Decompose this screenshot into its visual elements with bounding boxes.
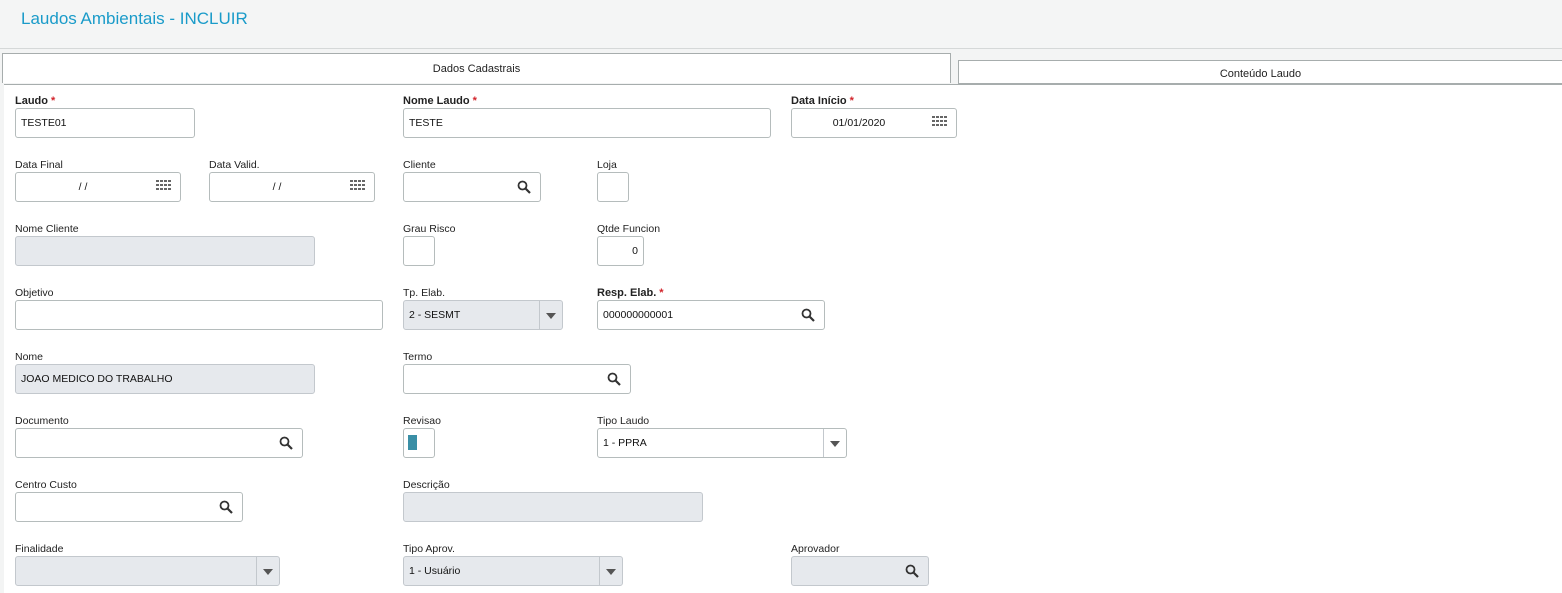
- chevron-down-icon[interactable]: [599, 557, 622, 585]
- finalidade-label: Finalidade: [15, 543, 64, 555]
- termo-label: Termo: [403, 351, 433, 363]
- termo-field[interactable]: [403, 364, 631, 394]
- tp-elab-label: Tp. Elab.: [403, 287, 446, 299]
- tipo-aprov-select[interactable]: 1 - Usuário: [403, 556, 623, 586]
- data-final-field[interactable]: / /: [15, 172, 181, 202]
- form-panel: Laudo * TESTE01 Nome Laudo * TESTE Data In…: [4, 84, 1562, 593]
- aprovador-label: Aprovador: [791, 543, 840, 555]
- tipo-laudo-select[interactable]: 1 - PPRA: [597, 428, 847, 458]
- centro-custo-label: Centro Custo: [15, 479, 77, 491]
- centro-custo-field[interactable]: [15, 492, 243, 522]
- tipo-laudo-label: Tipo Laudo: [597, 415, 650, 427]
- aprovador-field[interactable]: [791, 556, 929, 586]
- search-icon[interactable]: [214, 493, 238, 521]
- tab-dados-cadastrais[interactable]: Dados Cadastrais: [2, 53, 951, 83]
- documento-label: Documento: [15, 415, 69, 427]
- calendar-icon[interactable]: [928, 109, 952, 137]
- cliente-label: Cliente: [403, 159, 436, 171]
- search-icon[interactable]: [602, 365, 626, 393]
- revisao-label: Revisao: [403, 415, 441, 427]
- nome-laudo-label: Nome Laudo *: [403, 95, 477, 107]
- chevron-down-icon[interactable]: [539, 301, 562, 329]
- finalidade-select[interactable]: [15, 556, 280, 586]
- nome-laudo-field[interactable]: TESTE: [403, 108, 771, 138]
- qtde-funcion-label: Qtde Funcion: [597, 223, 661, 235]
- search-icon[interactable]: [796, 301, 820, 329]
- nome-field: JOAO MEDICO DO TRABALHO: [15, 364, 315, 394]
- tp-elab-select[interactable]: 2 - SESMT: [403, 300, 563, 330]
- calendar-icon[interactable]: [152, 173, 176, 201]
- nome-label: Nome: [15, 351, 44, 363]
- grau-risco-label: Grau Risco: [403, 223, 456, 235]
- text-cursor: [408, 435, 417, 450]
- data-valid-field[interactable]: / /: [209, 172, 375, 202]
- laudo-label: Laudo *: [15, 95, 56, 107]
- objetivo-label: Objetivo: [15, 287, 54, 299]
- descricao-label: Descrição: [403, 479, 450, 491]
- resp-elab-field[interactable]: 000000000001: [597, 300, 825, 330]
- data-inicio-field[interactable]: 01/01/2020: [791, 108, 957, 138]
- laudo-field[interactable]: TESTE01: [15, 108, 195, 138]
- data-final-label: Data Final: [15, 159, 63, 171]
- revisao-field[interactable]: [403, 428, 435, 458]
- search-icon[interactable]: [512, 173, 536, 201]
- window-title: Laudos Ambientais - INCLUIR: [21, 9, 248, 28]
- loja-field[interactable]: [597, 172, 629, 202]
- grau-risco-field[interactable]: [403, 236, 435, 266]
- calendar-icon[interactable]: [346, 173, 370, 201]
- cliente-field[interactable]: [403, 172, 541, 202]
- tipo-aprov-label: Tipo Aprov.: [403, 543, 455, 555]
- data-inicio-label: Data Início *: [791, 95, 854, 107]
- documento-field[interactable]: [15, 428, 303, 458]
- nome-cliente-label: Nome Cliente: [15, 223, 79, 235]
- descricao-field: [403, 492, 703, 522]
- nome-cliente-field: [15, 236, 315, 266]
- chevron-down-icon[interactable]: [823, 429, 846, 457]
- title-bar: Laudos Ambientais - INCLUIR: [0, 0, 1562, 49]
- resp-elab-label: Resp. Elab. *: [597, 287, 664, 299]
- search-icon[interactable]: [274, 429, 298, 457]
- chevron-down-icon[interactable]: [256, 557, 279, 585]
- loja-label: Loja: [597, 159, 617, 171]
- data-valid-label: Data Valid.: [209, 159, 260, 171]
- tab-conteudo-laudo[interactable]: Conteúdo Laudo: [958, 60, 1562, 84]
- qtde-funcion-field[interactable]: 0: [597, 236, 644, 266]
- search-icon[interactable]: [900, 557, 924, 585]
- objetivo-field[interactable]: [15, 300, 383, 330]
